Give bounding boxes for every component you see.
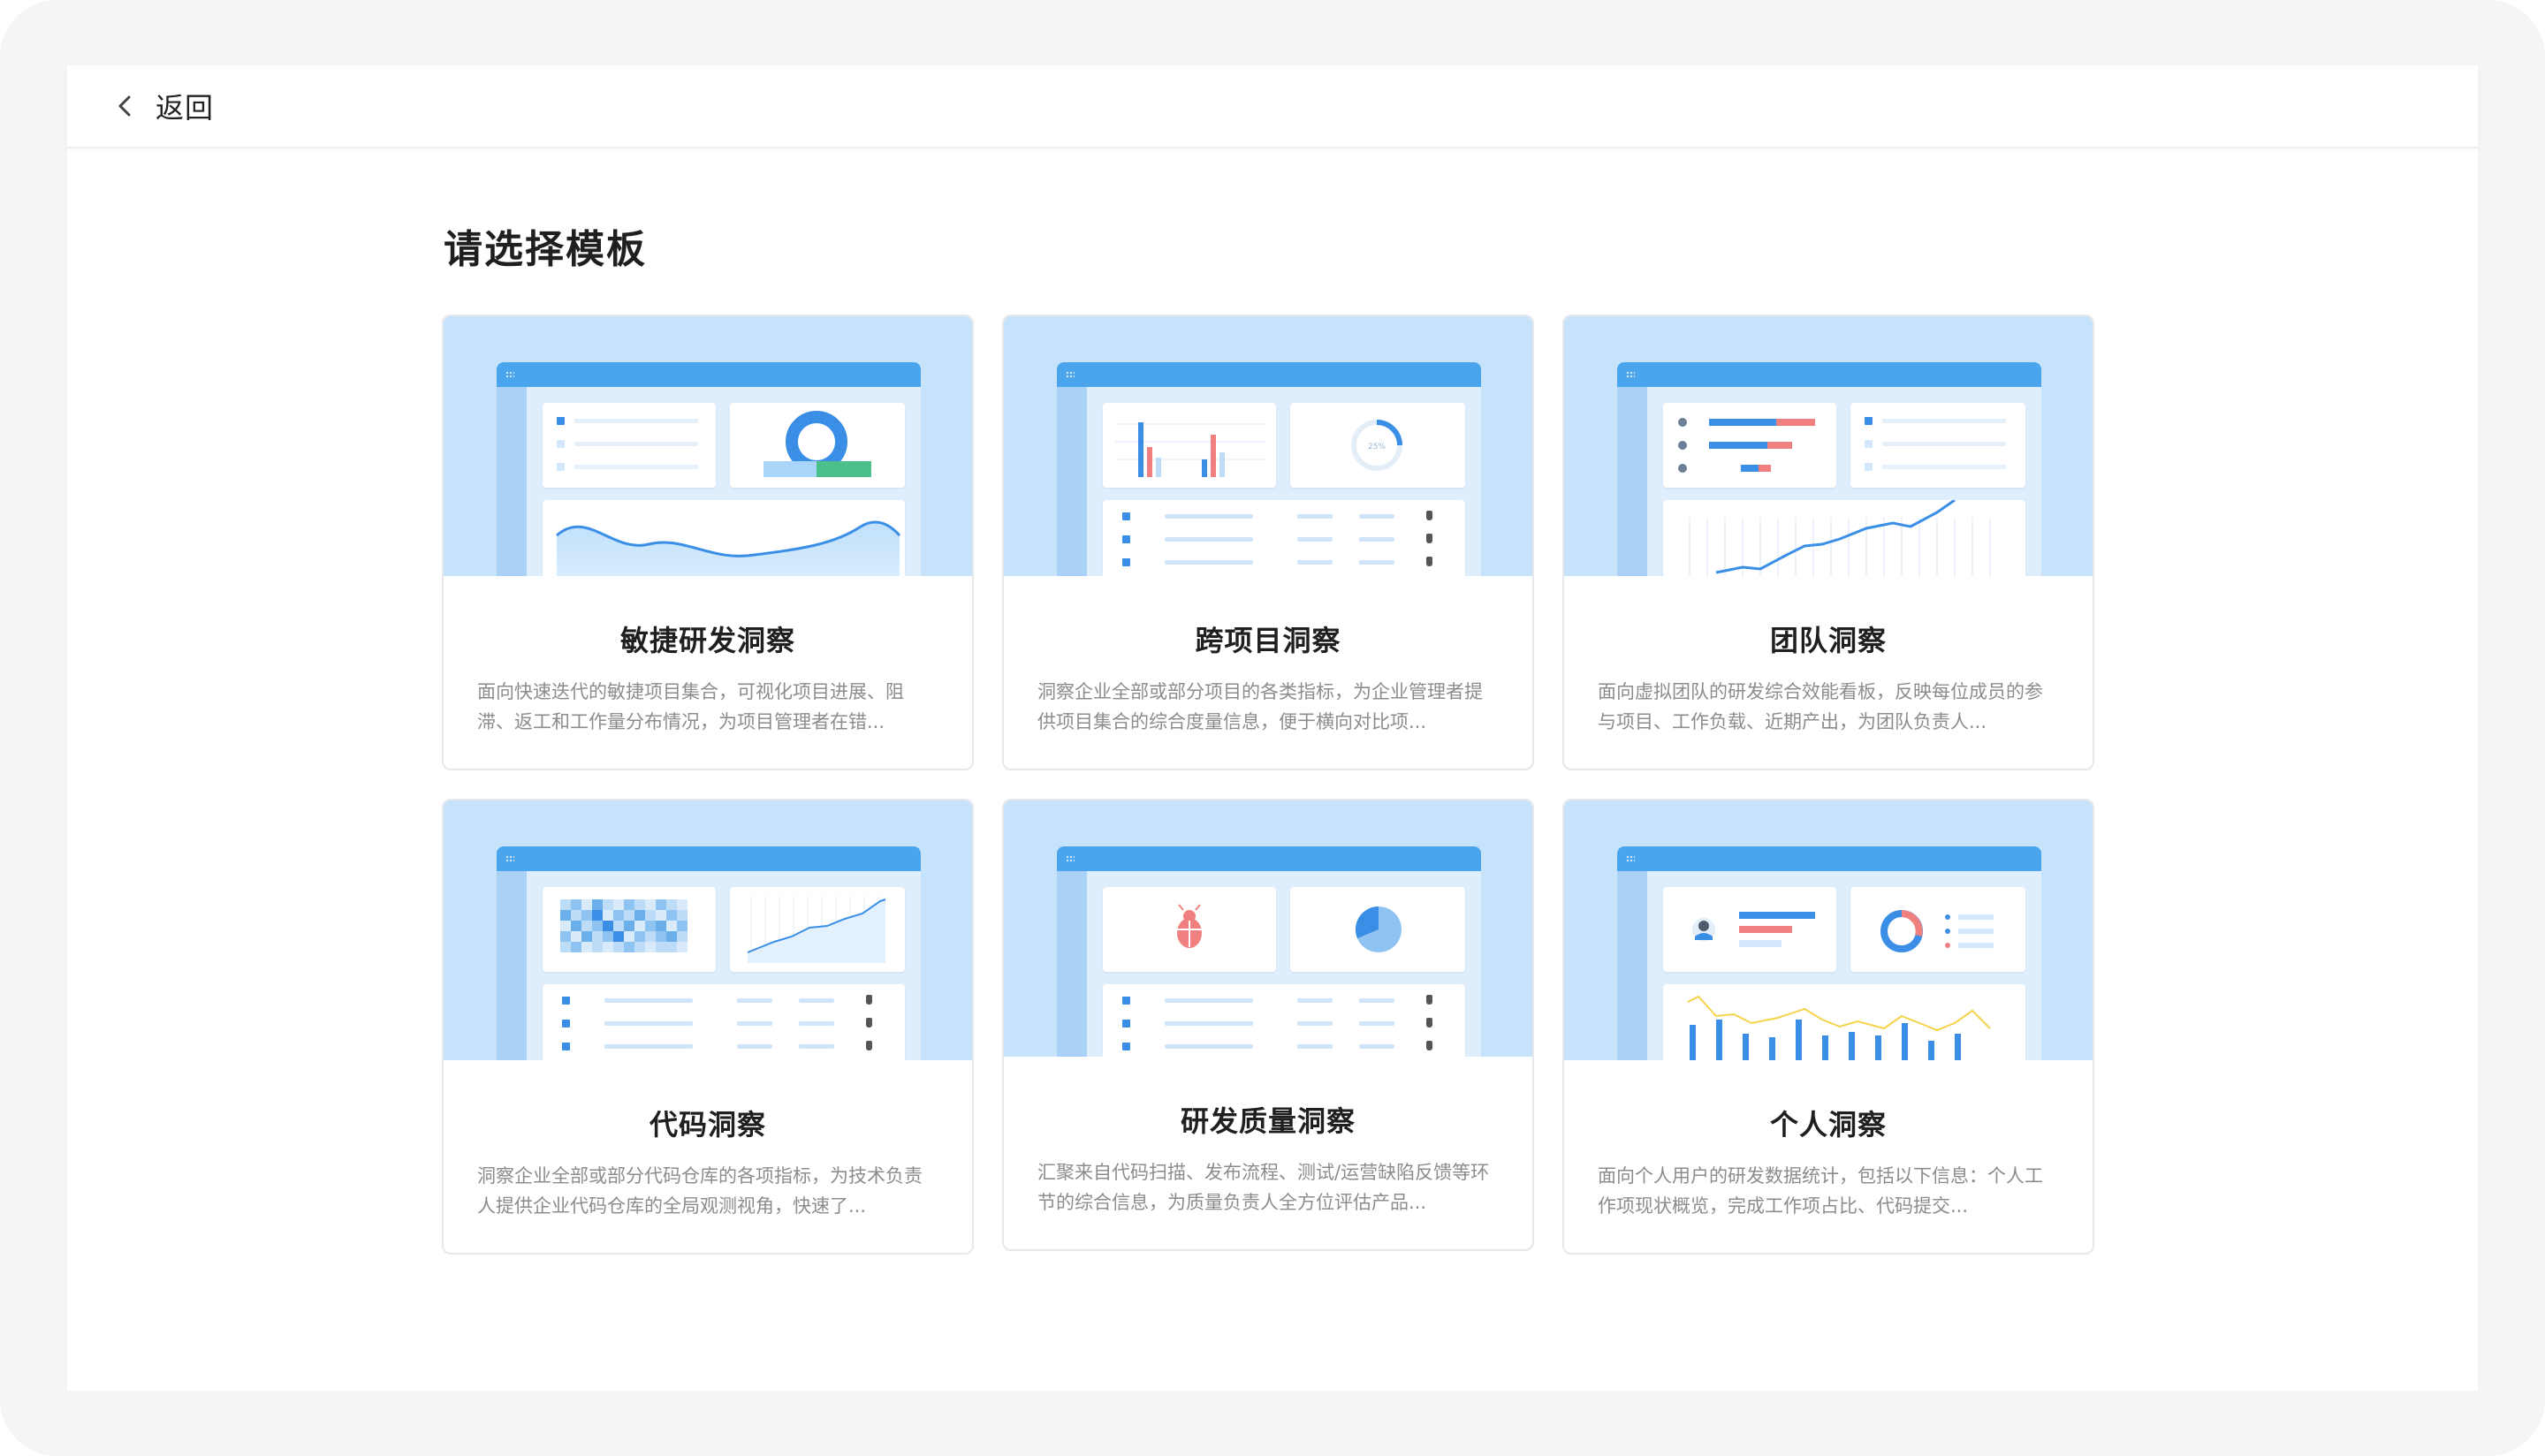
card-body: 敏捷研发洞察 面向快速迭代的敏捷项目集合，可视化项目进展、阻滞、返工和工作量分布… — [444, 576, 972, 769]
bug-icon — [1177, 904, 1202, 948]
dashboard-thumbnail — [497, 846, 921, 1060]
dashboard-thumbnail — [1057, 846, 1481, 1057]
donut-label: 25% — [1368, 443, 1386, 451]
page-title: 请选择模板 — [444, 227, 647, 272]
donut-chart-icon — [764, 411, 871, 477]
back-label: 返回 — [156, 91, 215, 125]
top-bar: 返回 — [67, 65, 2478, 148]
chevron-left-icon — [118, 95, 131, 117]
thumbnail-list-panel — [1850, 403, 2025, 488]
template-preview-cross-project: 25% — [1004, 316, 1532, 576]
card-body: 研发质量洞察 汇聚来自代码扫描、发布流程、测试/运营缺陷反馈等环节的综合信息，为… — [1004, 1057, 1532, 1249]
template-preview-quality — [1004, 800, 1532, 1057]
thumbnail-ring-panel — [1850, 887, 2025, 972]
dashboard-thumbnail — [1617, 846, 2041, 1060]
thumbnail-header — [1057, 846, 1481, 871]
thumbnail-table-panel — [543, 984, 905, 1060]
trend-line-icon — [1689, 500, 1991, 576]
card-body: 团队洞察 面向虚拟团队的研发综合效能看板，反映每位成员的参与项目、工作负载、近期… — [1564, 576, 2093, 769]
card-title: 代码洞察 — [649, 1108, 766, 1141]
thumbnail-profile-panel — [1663, 887, 1836, 972]
pie-chart-icon — [1356, 906, 1402, 952]
card-body: 个人洞察 面向个人用户的研发数据统计，包括以下信息：个人工作项现状概览，完成工作… — [1564, 1060, 2093, 1253]
card-description: 面向虚拟团队的研发综合效能看板，反映每位成员的参与项目、工作负载、近期产出，为团… — [1598, 681, 2043, 732]
thumbnail-combo-panel — [1663, 984, 2025, 1060]
thumbnail-heatmap-panel — [543, 887, 716, 972]
window-frame: 返回 请选择模板 敏捷研发洞察 面向快速迭代的敏捷项目集合，可视化项目进展、阻滞… — [0, 0, 2545, 1456]
thumbnail-table-panel — [1103, 500, 1465, 576]
card-description: 面向快速迭代的敏捷项目集合，可视化项目进展、阻滞、返工和工作量分布情况，为项目管… — [477, 681, 904, 732]
dashboard-thumbnail — [497, 362, 921, 576]
ring-chart-icon — [1880, 910, 1994, 952]
card-title: 跨项目洞察 — [1195, 624, 1341, 657]
card-title: 研发质量洞察 — [1180, 1104, 1356, 1138]
card-description: 面向个人用户的研发数据统计，包括以下信息：个人工作项现状概览，完成工作项占比、代… — [1598, 1165, 2043, 1217]
card-body: 跨项目洞察 洞察企业全部或部分项目的各类指标，为企业管理者提供项目集合的综合度量… — [1004, 576, 1532, 769]
heatmap-icon — [560, 899, 688, 952]
template-card-agile[interactable]: 敏捷研发洞察 面向快速迭代的敏捷项目集合，可视化项目进展、阻滞、返工和工作量分布… — [442, 315, 974, 770]
card-description: 汇聚来自代码扫描、发布流程、测试/运营缺陷反馈等环节的综合信息，为质量负责人全方… — [1037, 1162, 1490, 1213]
combo-chart-icon — [1687, 995, 1991, 1060]
dashboard-thumbnail — [1617, 362, 2041, 576]
dashboard-thumbnail: 25% — [1057, 362, 1481, 576]
thumbnail-table-panel — [1103, 984, 1465, 1057]
thumbnail-area-panel — [730, 887, 905, 972]
card-body: 代码洞察 洞察企业全部或部分代码仓库的各项指标，为技术负责人提供企业代码仓库的全… — [444, 1060, 972, 1253]
template-card-team[interactable]: 团队洞察 面向虚拟团队的研发综合效能看板，反映每位成员的参与项目、工作负载、近期… — [1562, 315, 2094, 770]
card-description: 洞察企业全部或部分项目的各类指标，为企业管理者提供项目集合的综合度量信息，便于横… — [1037, 681, 1483, 732]
template-preview-personal — [1564, 800, 2093, 1060]
thumbnail-bar-panel — [1103, 403, 1276, 488]
template-card-cross-project[interactable]: 25% 跨项目洞察 洞察企业全部或部分项目的各类指标，为企业管理者提供项目集合的… — [1002, 315, 1534, 770]
template-preview-agile — [444, 316, 972, 576]
thumbnail-area-panel — [543, 500, 905, 576]
thumbnail-bug-panel — [1103, 887, 1276, 972]
thumbnail-header — [1057, 362, 1481, 387]
thumbnail-sidebar — [1057, 871, 1087, 1057]
area-chart-icon — [747, 896, 886, 963]
card-description: 洞察企业全部或部分代码仓库的各项指标，为技术负责人提供企业代码仓库的全局观测视角… — [477, 1165, 923, 1217]
template-card-code[interactable]: 代码洞察 洞察企业全部或部分代码仓库的各项指标，为技术负责人提供企业代码仓库的全… — [442, 799, 974, 1255]
card-title: 团队洞察 — [1769, 624, 1887, 657]
thumbnail-sidebar — [1057, 387, 1087, 576]
app-container: 返回 请选择模板 敏捷研发洞察 面向快速迭代的敏捷项目集合，可视化项目进展、阻滞… — [67, 65, 2478, 1391]
template-card-quality[interactable]: 研发质量洞察 汇聚来自代码扫描、发布流程、测试/运营缺陷反馈等环节的综合信息，为… — [1002, 799, 1534, 1251]
progress-ring-icon: 25% — [1351, 420, 1402, 471]
horizontal-bar-icon — [1678, 418, 1815, 473]
thumbnail-sidebar — [497, 871, 527, 1060]
thumbnail-sidebar — [1617, 871, 1647, 1060]
card-title: 个人洞察 — [1769, 1108, 1887, 1141]
thumbnail-header — [497, 362, 921, 387]
thumbnail-donut-panel — [730, 403, 905, 488]
thumbnail-header — [497, 846, 921, 871]
card-title: 敏捷研发洞察 — [619, 624, 795, 657]
thumbnail-list-panel — [543, 403, 716, 488]
template-card-personal[interactable]: 个人洞察 面向个人用户的研发数据统计，包括以下信息：个人工作项现状概览，完成工作… — [1562, 799, 2094, 1255]
thumbnail-header — [1617, 362, 2041, 387]
back-button[interactable]: 返回 — [113, 86, 214, 126]
thumbnail-pie-panel — [1290, 887, 1465, 972]
template-preview-team — [1564, 316, 2093, 576]
thumbnail-gauge-panel: 25% — [1290, 403, 1465, 488]
thumbnail-header — [1617, 846, 2041, 871]
thumbnail-trend-panel — [1663, 500, 2025, 576]
thumbnail-sidebar — [1617, 387, 1647, 576]
bar-chart-icon — [1115, 422, 1265, 477]
thumbnail-sidebar — [497, 387, 527, 576]
thumbnail-hbar-panel — [1663, 403, 1836, 488]
avatar-icon — [1692, 912, 1815, 947]
template-preview-code — [444, 800, 972, 1060]
template-grid: 敏捷研发洞察 面向快速迭代的敏捷项目集合，可视化项目进展、阻滞、返工和工作量分布… — [442, 315, 2160, 1255]
area-chart-icon — [556, 520, 901, 576]
